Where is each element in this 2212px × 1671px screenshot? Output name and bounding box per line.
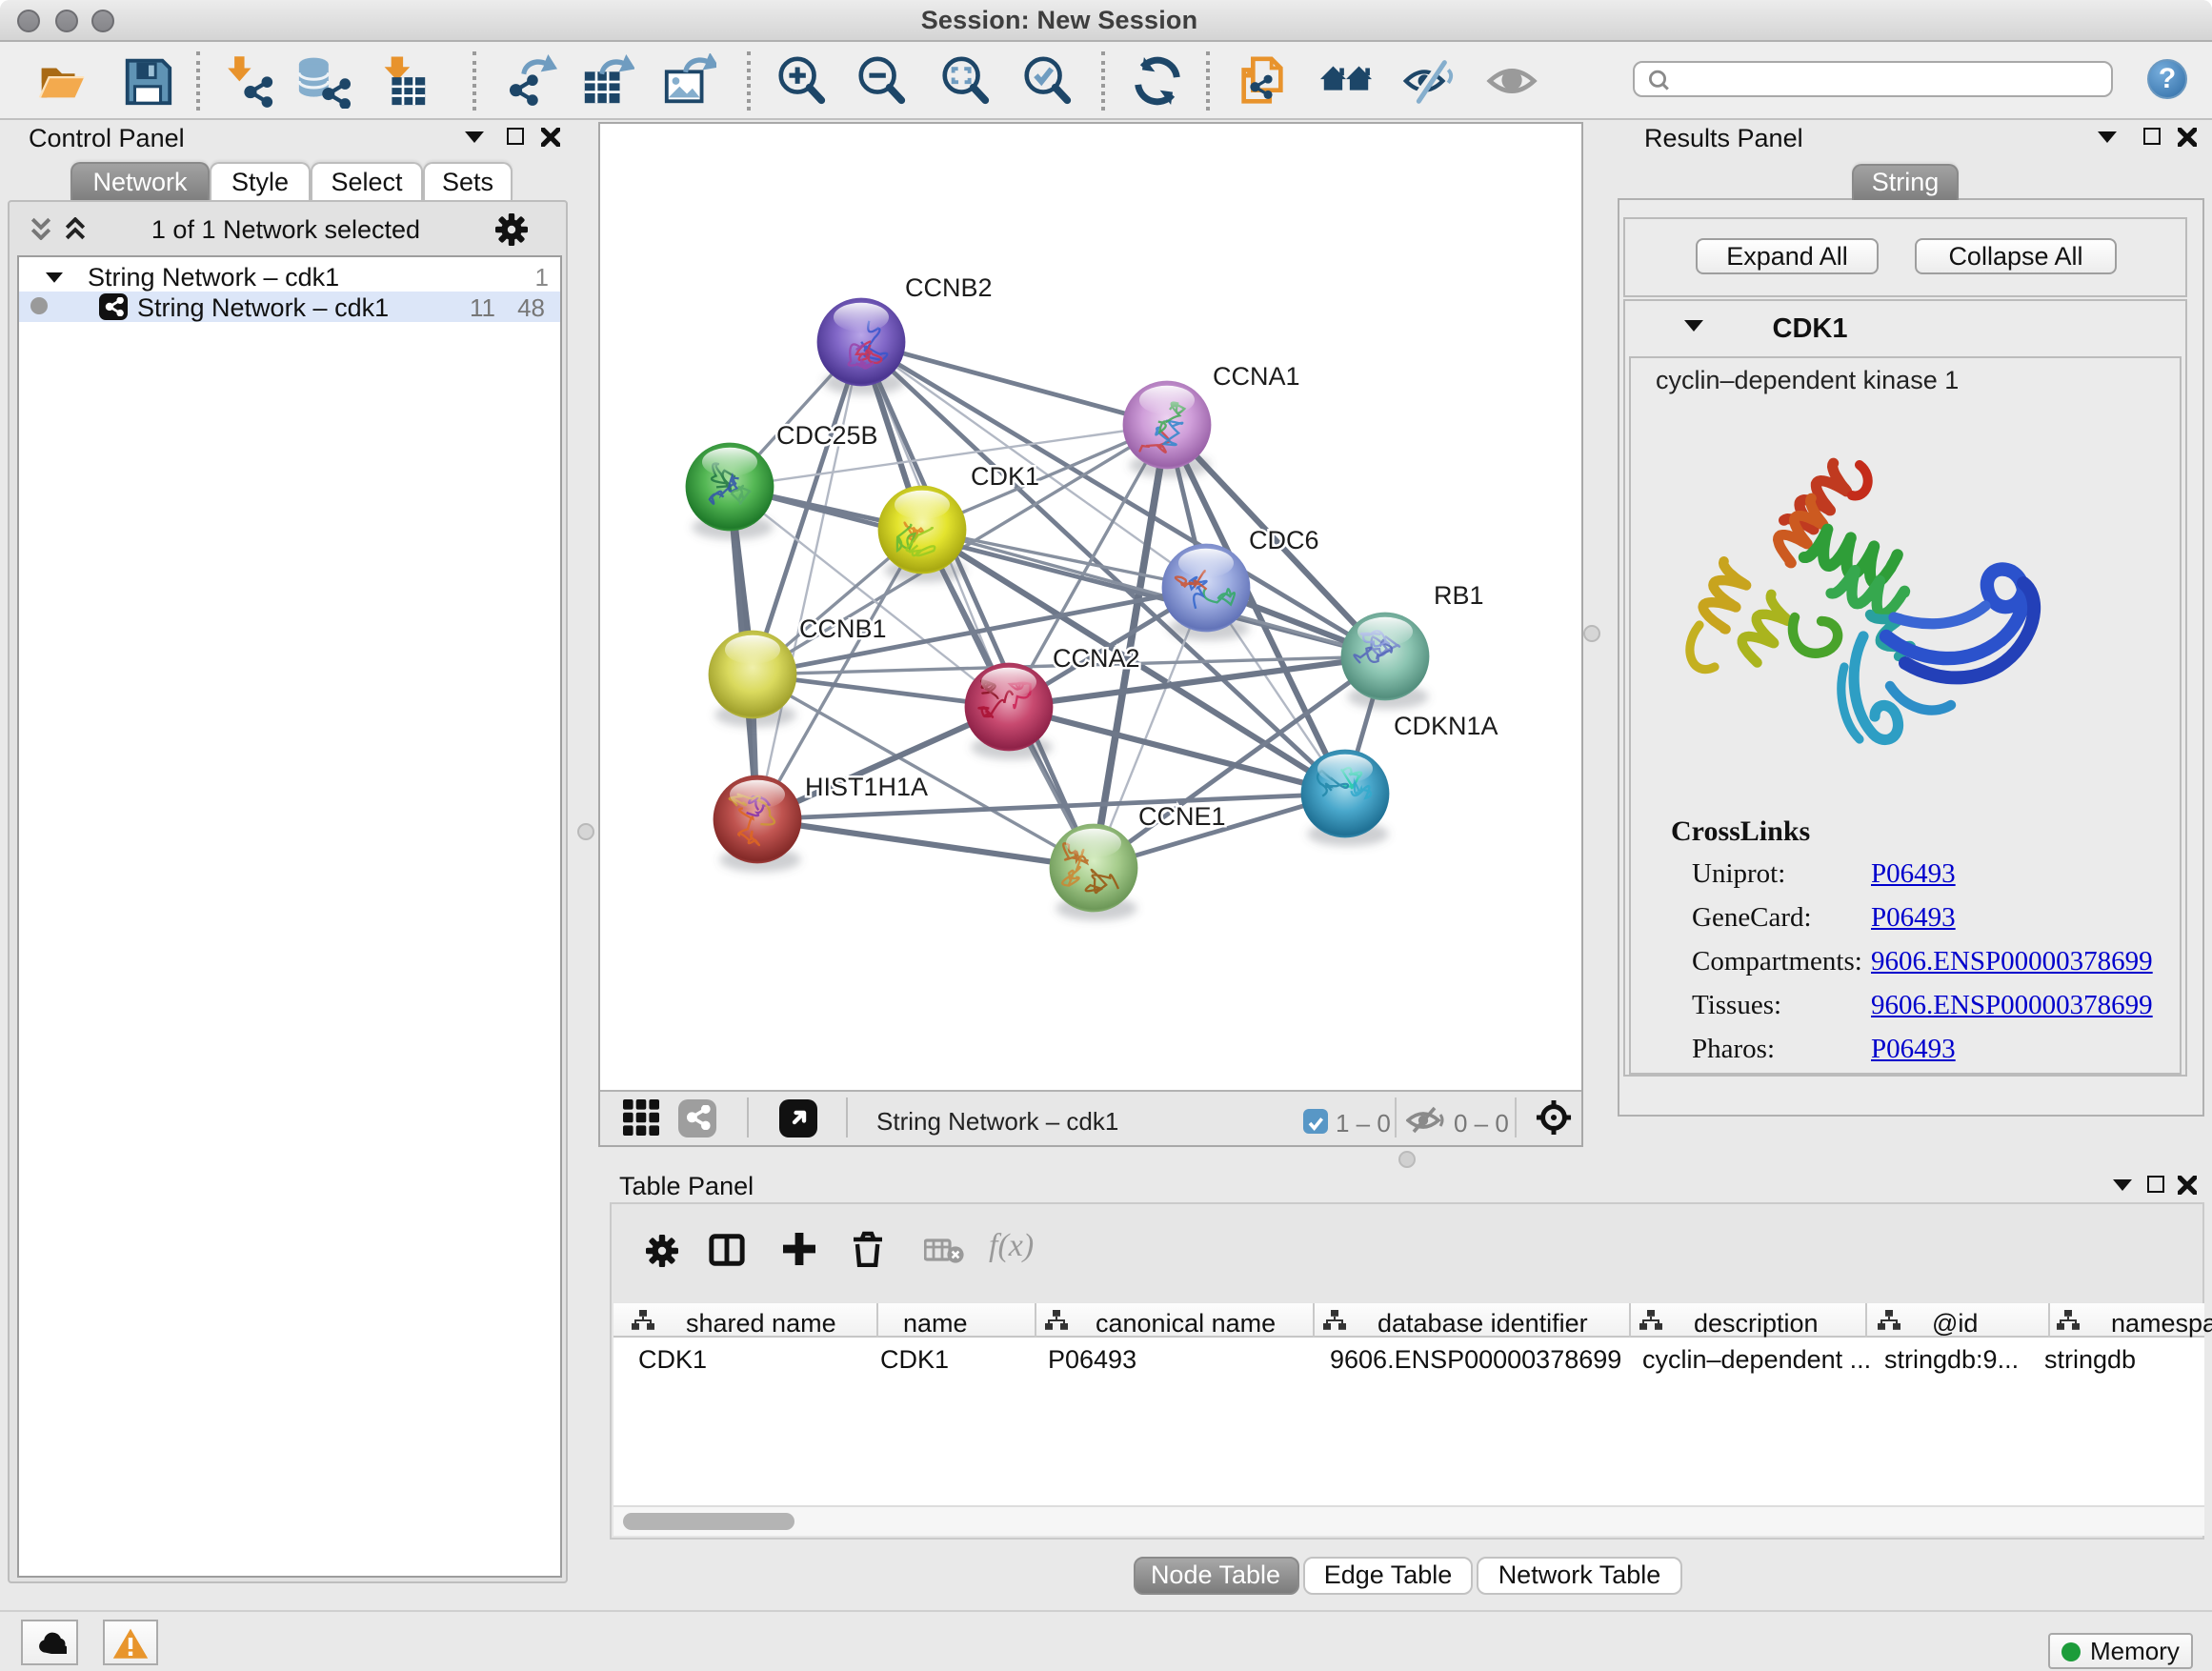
svg-text:RB1: RB1 [1434, 580, 1484, 609]
svg-text:CDC6: CDC6 [1249, 525, 1319, 554]
svg-text:HIST1H1A: HIST1H1A [805, 772, 928, 800]
svg-text:CCNA1: CCNA1 [1213, 361, 1300, 390]
svg-text:CCNB1: CCNB1 [799, 614, 887, 642]
svg-text:CDKN1A: CDKN1A [1394, 711, 1498, 739]
svg-text:CCNB2: CCNB2 [905, 272, 993, 301]
svg-text:CCNA2: CCNA2 [1053, 643, 1140, 672]
svg-text:CCNE1: CCNE1 [1138, 801, 1226, 830]
svg-text:CDK1: CDK1 [971, 461, 1039, 490]
svg-text:CDC25B: CDC25B [776, 420, 878, 449]
